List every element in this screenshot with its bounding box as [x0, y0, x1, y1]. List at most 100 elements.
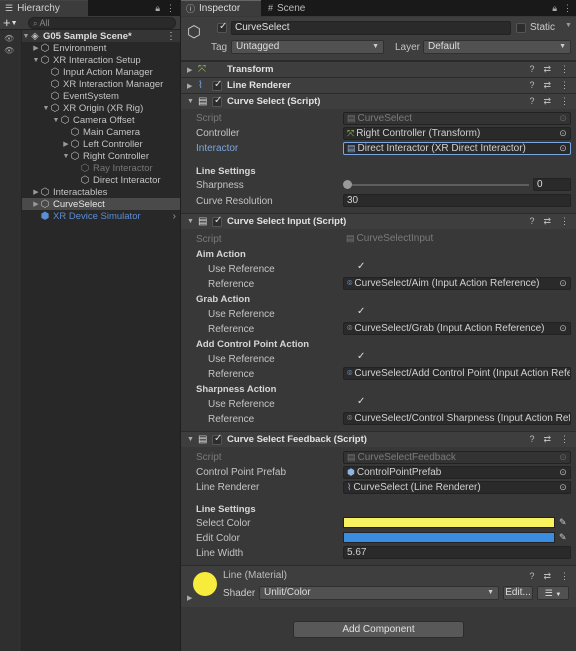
tree-row[interactable]: ▶ ⬡ Interactables	[22, 186, 180, 198]
help-icon[interactable]: ?	[529, 216, 534, 227]
expand-arrow-icon[interactable]: ▼	[32, 57, 40, 64]
layer-dropdown[interactable]: Default ▼	[423, 40, 571, 54]
expand-arrow-icon[interactable]: ▼	[42, 105, 50, 112]
static-checkbox[interactable]	[516, 23, 526, 33]
edit-color-swatch[interactable]	[343, 532, 555, 543]
expand-arrow-icon[interactable]: ▶	[32, 44, 40, 52]
tree-row[interactable]: ⬡ Input Action Manager	[22, 66, 180, 78]
help-icon[interactable]: ?	[529, 64, 534, 75]
tree-row[interactable]: ▼ ⬡ Right Controller	[22, 150, 180, 162]
expand-arrow-icon[interactable]: ▼	[62, 153, 70, 160]
more-options-icon[interactable]: ⋮	[560, 80, 569, 91]
expand-arrow-icon[interactable]: ▶	[62, 140, 70, 148]
expand-arrow-icon[interactable]: ▶	[187, 82, 192, 90]
expand-arrow-icon[interactable]: ▼	[187, 218, 194, 225]
tab-scene[interactable]: # Scene	[263, 0, 323, 16]
more-options-icon[interactable]: ⋮	[560, 216, 569, 227]
tab-inspector[interactable]: ⓘ Inspector	[181, 0, 261, 16]
help-icon[interactable]: ?	[529, 96, 534, 107]
object-picker-icon[interactable]: ⊙	[557, 143, 569, 154]
aim-reference-field[interactable]: ⌾ CurveSelect/Aim (Input Action Reference…	[343, 277, 571, 290]
enabled-checkbox[interactable]	[212, 433, 222, 445]
edit-shader-button[interactable]: Edit...	[503, 586, 533, 600]
preset-icon[interactable]: ⇄	[543, 434, 551, 445]
sharpness-reference-field[interactable]: ⌾ CurveSelect/Control Sharpness (Input Ac…	[343, 412, 571, 425]
tree-row[interactable]: ⬡ EventSystem	[22, 90, 180, 102]
component-line-renderer-header[interactable]: ▶ ⌇ Line Renderer ? ⇄ ⋮	[181, 77, 576, 93]
object-picker-icon[interactable]: ⊙	[557, 278, 569, 289]
active-checkbox[interactable]	[217, 21, 227, 33]
more-options-icon[interactable]: ⋮	[560, 64, 569, 75]
object-picker-icon[interactable]: ⊙	[557, 467, 569, 478]
more-options-icon[interactable]: ⋮	[560, 571, 569, 582]
more-options-icon[interactable]: ⋮	[560, 434, 569, 445]
slider-handle[interactable]	[343, 180, 352, 189]
component-curve-select-header[interactable]: ▼ ▤ Curve Select (Script) ? ⇄ ⋮	[181, 93, 576, 109]
preset-icon[interactable]: ⇄	[543, 80, 551, 91]
use-reference-checkbox[interactable]	[356, 261, 366, 274]
more-options-icon[interactable]: ⋮	[563, 3, 572, 14]
tree-row[interactable]: ▶ ⬡ Left Controller	[22, 138, 180, 150]
tree-row[interactable]: ⬡ Main Camera	[22, 126, 180, 138]
eyedropper-icon[interactable]: ✎	[559, 517, 567, 528]
expand-arrow-icon[interactable]: ▼	[187, 436, 194, 443]
grab-reference-field[interactable]: ⌾ CurveSelect/Grab (Input Action Referenc…	[343, 322, 571, 335]
expand-arrow-icon[interactable]: ▶	[187, 66, 192, 74]
object-name-field[interactable]: CurveSelect	[231, 21, 511, 35]
preset-icon[interactable]: ⇄	[543, 571, 551, 582]
object-picker-icon[interactable]: ⊙	[557, 128, 569, 139]
tree-row-prefab[interactable]: ⬢ XR Device Simulator ›	[22, 210, 180, 222]
expand-arrow-icon[interactable]: ▶	[187, 594, 192, 602]
enabled-checkbox[interactable]	[212, 215, 222, 227]
component-transform-header[interactable]: ▶ ⤧ Transform ? ⇄ ⋮	[181, 61, 576, 77]
more-options-icon[interactable]: ⋮	[166, 3, 175, 14]
object-picker-icon[interactable]: ⊙	[557, 323, 569, 334]
eyedropper-icon[interactable]: ✎	[559, 532, 567, 543]
tree-row[interactable]: ⬡ Ray Interactor	[22, 162, 180, 174]
eye-icon[interactable]: 👁︎	[4, 34, 14, 43]
tree-row[interactable]: ▼ ⬡ XR Origin (XR Rig)	[22, 102, 180, 114]
lock-icon[interactable]: 🔒︎	[552, 3, 557, 14]
component-curve-select-feedback-header[interactable]: ▼ ▤ Curve Select Feedback (Script) ? ⇄ ⋮	[181, 431, 576, 447]
tree-row[interactable]: ▶ ⬡ Environment	[22, 42, 180, 54]
sharpness-input[interactable]: 0	[533, 178, 571, 191]
shader-dropdown[interactable]: Unlit/Color ▼	[259, 586, 499, 600]
use-reference-checkbox[interactable]	[356, 351, 366, 364]
shader-options-button[interactable]: ☰ ▼	[537, 586, 569, 600]
use-reference-checkbox[interactable]	[356, 396, 366, 409]
control-point-prefab-field[interactable]: ⬢ ControlPointPrefab ⊙	[343, 466, 571, 479]
tree-row[interactable]: ⬡ Direct Interactor	[22, 174, 180, 186]
add-control-point-reference-field[interactable]: ⌾ CurveSelect/Add Control Point (Input Ac…	[343, 367, 571, 380]
line-renderer-field[interactable]: ⌇ CurveSelect (Line Renderer) ⊙	[343, 481, 571, 494]
hierarchy-tab[interactable]: ☰ Hierarchy	[0, 0, 88, 16]
expand-arrow-icon[interactable]: ▼	[187, 98, 194, 105]
tag-dropdown[interactable]: Untagged ▼	[231, 40, 384, 54]
tree-row[interactable]: ▼ ⬡ XR Interaction Setup	[22, 54, 180, 66]
controller-field[interactable]: ⤧ Right Controller (Transform) ⊙	[343, 127, 571, 140]
enabled-checkbox[interactable]	[212, 79, 222, 91]
tree-row-selected[interactable]: ▶ ⬡ CurveSelect	[22, 198, 180, 210]
object-picker-icon[interactable]: ⊙	[557, 482, 569, 493]
hierarchy-search-input[interactable]: ⌕ All	[28, 17, 176, 29]
interactor-field[interactable]: ▤ Direct Interactor (XR Direct Interactor…	[343, 142, 571, 155]
expand-arrow-icon[interactable]: ▼	[52, 117, 60, 124]
lock-icon[interactable]: 🔒︎	[155, 3, 160, 14]
eye-icon[interactable]: 👁︎	[4, 46, 14, 55]
expand-arrow-icon[interactable]: ▼	[22, 33, 30, 40]
more-options-icon[interactable]: ⋮	[166, 31, 176, 42]
help-icon[interactable]: ?	[529, 80, 534, 91]
tree-row-scene[interactable]: ▼ ◈ G05 Sample Scene* ⋮	[22, 30, 180, 42]
select-color-swatch[interactable]	[343, 517, 555, 528]
preset-icon[interactable]: ⇄	[543, 64, 551, 75]
help-icon[interactable]: ?	[529, 434, 534, 445]
chevron-right-icon[interactable]: ›	[173, 211, 176, 222]
create-button[interactable]: +▼	[3, 16, 18, 30]
component-curve-select-input-header[interactable]: ▼ ▤ Curve Select Input (Script) ? ⇄ ⋮	[181, 213, 576, 229]
enabled-checkbox[interactable]	[212, 95, 222, 107]
chevron-down-icon[interactable]: ▼	[565, 22, 572, 29]
expand-arrow-icon[interactable]: ▶	[32, 200, 40, 208]
sharpness-slider[interactable]	[343, 179, 529, 190]
use-reference-checkbox[interactable]	[356, 306, 366, 319]
preset-icon[interactable]: ⇄	[543, 96, 551, 107]
expand-arrow-icon[interactable]: ▶	[32, 188, 40, 196]
